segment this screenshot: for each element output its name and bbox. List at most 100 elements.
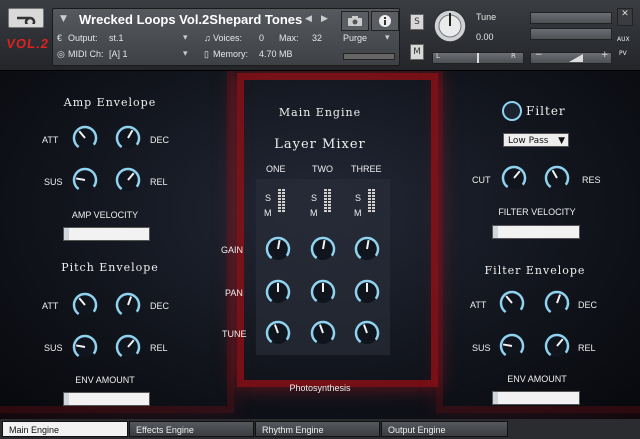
volume-minus[interactable]: − [535,50,543,60]
mute-button[interactable]: M [410,44,424,60]
aux-button[interactable]: AUX [617,36,630,43]
midi-dropdown-icon[interactable]: ▾ [183,49,188,59]
amp-envelope-title: Amp Envelope [63,96,157,109]
layer-two-mute[interactable]: M [310,208,318,218]
output-value[interactable]: st.1 [109,33,124,43]
pitch-env-amount-slider[interactable] [63,392,150,406]
tab-main-engine[interactable]: Main Engine [2,421,128,437]
amp-dec-knob[interactable] [115,125,141,151]
filter-dec-label: DEC [578,300,598,310]
tune-value[interactable]: 0.00 [476,32,494,42]
layer-two-tune-knob[interactable] [310,320,336,346]
collapse-arrow-icon[interactable]: ▼ [60,14,67,24]
chevron-down-icon: ▼ [558,136,565,146]
gain-row-label: GAIN [221,245,244,255]
layer-mixer-title: Layer Mixer [274,137,366,152]
filter-power-icon[interactable] [501,100,523,122]
volume-plus[interactable]: + [601,50,609,60]
filter-sus-label: SUS [472,343,491,353]
wrench-icon[interactable] [8,8,44,28]
pitch-att-knob[interactable] [72,292,98,318]
filter-velocity-fill [493,226,499,238]
tab-output-engine[interactable]: Output Engine [381,421,508,437]
pan-handle[interactable] [477,53,479,63]
filter-type-dropdown[interactable]: Low Pass ▼ [503,133,569,147]
pitch-dec-knob[interactable] [115,292,141,318]
layer-one-solo[interactable]: S [265,193,271,203]
purge-button[interactable]: Purge [343,33,367,43]
layer-three-tune-knob[interactable] [354,320,380,346]
midi-channel-value[interactable]: [A] 1 [109,49,128,59]
pitch-sus-knob[interactable] [72,334,98,360]
filter-env-amount-slider[interactable] [492,391,580,405]
layer-one-gain-knob[interactable] [265,236,291,262]
pv-button[interactable]: PV [619,50,627,57]
amp-att-knob[interactable] [72,125,98,151]
max-value[interactable]: 32 [312,33,322,43]
amp-velocity-label: AMP VELOCITY [71,210,139,220]
pitch-att-label: ATT [42,301,59,311]
filter-res-knob[interactable] [544,165,570,191]
amp-velocity-slider[interactable] [63,227,150,241]
right-frame [436,71,640,413]
solo-button[interactable]: S [410,14,424,30]
filter-att-label: ATT [470,300,487,310]
pitch-rel-label: REL [150,343,168,353]
tune-row-label: TUNE [222,329,247,339]
filter-type-value: Low Pass [508,136,549,146]
engine-tab-bar: Main Engine Effects Engine Rhythm Engine… [0,419,640,439]
layer-two-gain-knob[interactable] [310,236,336,262]
amp-rel-knob[interactable] [115,167,141,193]
pitch-envelope-title: Pitch Envelope [61,261,159,274]
prev-instrument-icon[interactable]: ◀ [305,14,312,24]
filter-env-amount-label: ENV AMOUNT [507,374,567,384]
filter-att-knob[interactable] [499,290,525,316]
pan-left-label: L [436,52,440,60]
layer-three-meter [368,189,375,213]
tune-knob[interactable] [432,8,468,44]
output-dropdown-icon[interactable]: ▾ [183,33,188,43]
amp-sus-knob[interactable] [72,167,98,193]
next-instrument-icon[interactable]: ▶ [321,14,328,24]
instrument-name[interactable]: Wrecked Loops Vol.2Shepard Tones [79,12,302,27]
tab-effects-engine[interactable]: Effects Engine [129,421,254,437]
purge-dropdown-icon[interactable]: ▾ [385,33,390,43]
memory-label: Memory: [213,49,249,59]
main-engine-title: Main Engine [278,106,362,119]
info-icon[interactable] [371,11,399,31]
filter-dec-knob[interactable] [544,290,570,316]
instrument-panel: ▼ Wrecked Loops Vol.2Shepard Tones ◀ ▶ €… [52,8,400,66]
layer-three-mute[interactable]: M [354,208,362,218]
tab-rhythm-engine[interactable]: Rhythm Engine [255,421,380,437]
voices-label: Voices: [213,33,243,43]
max-label: Max: [279,33,299,43]
layer-one-mute[interactable]: M [264,208,272,218]
voices-value: 0 [259,33,265,43]
filter-velocity-slider[interactable] [492,225,580,239]
pan-slider[interactable]: L R [432,52,524,64]
mixer-col-two: TWO [312,164,333,174]
mixer-col-one: ONE [266,164,286,174]
layer-two-solo[interactable]: S [311,193,317,203]
layer-two-pan-knob[interactable] [310,279,336,305]
camera-icon[interactable] [341,11,369,31]
layer-three-pan-knob[interactable] [354,279,380,305]
filter-res-label: RES [582,175,601,185]
filter-sus-knob[interactable] [499,333,525,359]
layer-one-pan-knob[interactable] [265,279,291,305]
level-meter-right [530,28,612,40]
tune-label: Tune [476,12,497,22]
filter-rel-knob[interactable] [544,333,570,359]
pitch-rel-knob[interactable] [115,334,141,360]
close-icon[interactable]: ✕ [617,8,633,26]
pitch-sus-label: SUS [44,343,63,353]
volume-slider[interactable]: − + [530,50,612,64]
pitch-dec-label: DEC [150,301,170,311]
preset-name: Photosynthesis [289,383,351,393]
filter-cut-knob[interactable] [501,165,527,191]
brand-logo: VOL.2 [5,36,51,51]
layer-three-gain-knob[interactable] [354,236,380,262]
layer-one-tune-knob[interactable] [265,320,291,346]
amp-dec-label: DEC [150,135,170,145]
layer-three-solo[interactable]: S [355,193,361,203]
